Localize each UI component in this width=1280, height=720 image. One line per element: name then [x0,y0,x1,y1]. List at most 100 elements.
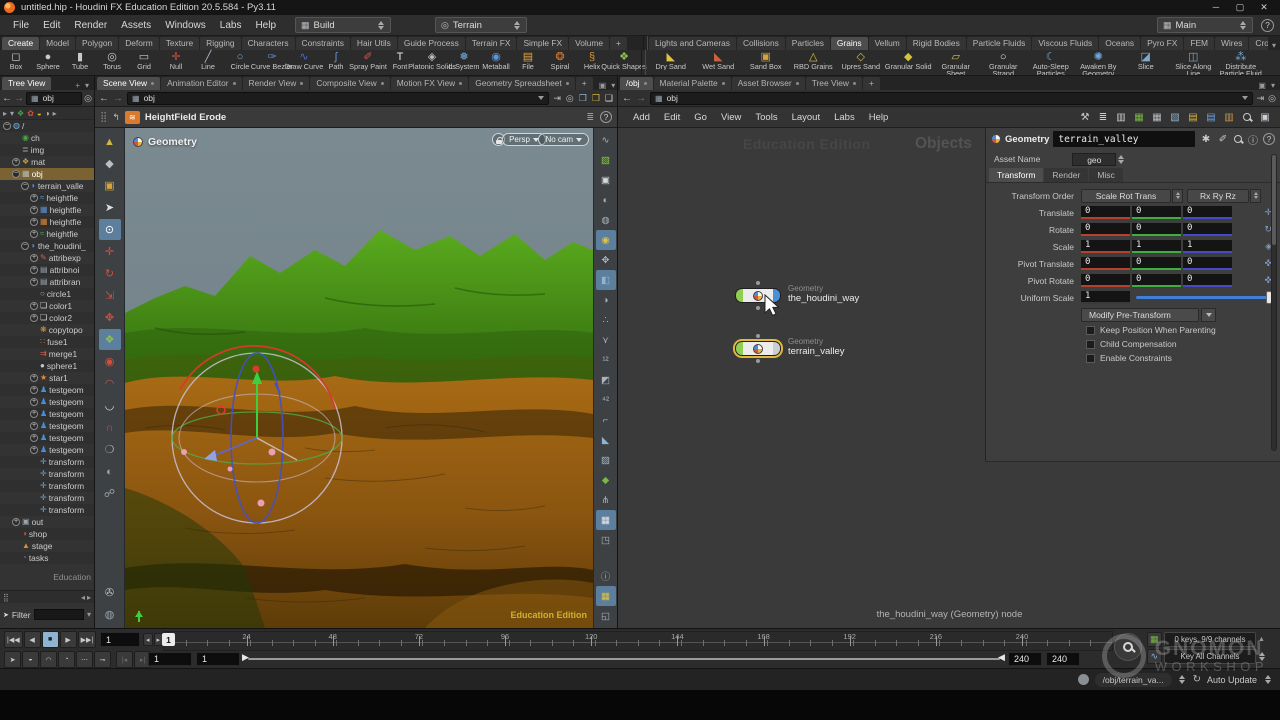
asset-name-field[interactable]: geo [1072,153,1116,166]
tree-item-heightfie[interactable]: +≈heightfie [0,192,94,204]
grip-icon[interactable]: ⣿ [100,112,107,123]
jump-end-button[interactable]: ▶▶| [78,631,97,648]
param-pivot-rotate-y[interactable]: 0 [1132,274,1181,287]
tab-item[interactable]: + [576,77,593,90]
prim-normals-icon[interactable]: ◩ [596,370,616,390]
scale-tool-icon[interactable]: ⇲ [99,285,121,306]
node-name-field[interactable]: terrain_valley [1053,131,1195,147]
expand-icon[interactable]: + [12,158,20,166]
path-spinner[interactable] [1178,674,1187,686]
shelf-tab-terrain-fx[interactable]: Terrain FX [466,37,517,50]
tree-item-testgeom[interactable]: +♟testgeom [0,420,94,432]
shelf-tool-upres-sand[interactable]: ◇Upres Sand [837,50,885,75]
shelf-tab-item[interactable]: + [610,37,627,50]
shelf-tab-crowds[interactable]: Crowds [1249,37,1268,50]
view-curve-icon[interactable]: ∿ [596,130,616,150]
forward-icon[interactable]: → [636,93,646,104]
tree-item-transform[interactable]: ✛transform [0,468,94,480]
tab-scene-view[interactable]: Scene View [97,77,160,90]
output-connector[interactable] [756,306,760,310]
output-connector[interactable] [756,359,760,363]
tree-item-obj[interactable]: −▦obj [0,168,94,180]
desktop-spinner[interactable] [1238,19,1247,31]
tree-item-fuse1[interactable]: ∷fuse1 [0,336,94,348]
tree-item-attribran[interactable]: +▤attribran [0,276,94,288]
network-menu-edit[interactable]: Edit [657,112,687,123]
shelf-tool-granular-strand[interactable]: ○Granular Strand [980,50,1028,75]
shelf-tool-dry-sand[interactable]: ◣Dry Sand [647,50,695,75]
snapshot-cube-icon[interactable]: ❒ [579,93,587,104]
pane-split-icon[interactable]: ▣ [1258,81,1266,90]
pane-split-icon[interactable]: ▣ [599,81,607,90]
gear-icon[interactable]: ✱ [1199,134,1213,145]
tab-render-view[interactable]: Render View [243,77,310,90]
scene-path-field[interactable]: ▦ obj [127,92,549,105]
input-connector[interactable] [756,334,760,338]
fork-display-icon[interactable]: ⋔ [596,490,616,510]
radial-menu-icon[interactable]: ◎ [1268,93,1276,104]
desktop-main-selector[interactable]: ▦ Main [1157,17,1253,33]
param-scale-x[interactable]: 1 [1081,240,1130,253]
close-button[interactable]: ✕ [1258,2,1270,13]
shelf-tab-particle-fluids[interactable]: Particle Fluids [967,37,1032,50]
expand-icon[interactable]: + [30,254,38,262]
param-rotate-y[interactable]: 0 [1132,223,1181,236]
tree-item-tasks[interactable]: ◔tasks [0,552,94,564]
tree-item-testgeom[interactable]: +♟testgeom [0,444,94,456]
shelf-tab-model[interactable]: Model [40,37,75,50]
snapshot-icon[interactable]: ▦ [596,510,616,530]
network-menu-add[interactable]: Add [626,112,657,123]
shadow-icon[interactable]: ◑ [596,290,616,310]
playback-range-end-field[interactable]: 240 [1008,652,1042,666]
flipbook-icon[interactable]: ✇ [99,582,121,603]
lighting-icon[interactable]: ◐ [596,190,616,210]
shelf-tab-hair-utils[interactable]: Hair Utils [351,37,397,50]
input-flag[interactable] [736,289,743,302]
sculpt-tool-icon[interactable]: ▣ [99,175,121,196]
modify-pretransform-button[interactable]: Modify Pre-Transform [1081,308,1199,322]
info-icon[interactable]: ⓘ [596,566,616,586]
texture-icon[interactable]: ▨ [596,450,616,470]
range-start-button[interactable]: |◂ [116,651,133,668]
heightfield-brush-tool-icon[interactable]: ▲ [99,131,121,152]
param-tab-transform[interactable]: Transform [989,168,1043,182]
shelf-tool-awaken-by-geometry[interactable]: ✺Awaken By Geometry [1075,50,1123,75]
tree-item-testgeom[interactable]: +♟testgeom [0,384,94,396]
expand-icon[interactable]: + [30,230,38,238]
expand-icon[interactable]: + [30,314,38,322]
help-icon[interactable]: ? [1263,133,1275,145]
param-scale-y[interactable]: 1 [1132,240,1181,253]
filter-input[interactable] [34,609,84,620]
tree-item-terrain-valle[interactable]: −◗terrain_valle [0,180,94,192]
network-menu-layout[interactable]: Layout [785,112,828,123]
shelf-tool-tube[interactable]: ▮Tube [64,50,96,75]
terrain-spinner[interactable] [512,19,521,31]
tab-item[interactable]: + [863,77,880,90]
expand-icon[interactable]: + [30,278,38,286]
menu-assets[interactable]: Assets [114,20,158,31]
shelf-tab-guide-process[interactable]: Guide Process [398,37,465,50]
menu-edit[interactable]: Edit [36,20,67,31]
param-translate-x[interactable]: 0 [1081,206,1130,219]
tree-item-testgeom[interactable]: +♟testgeom [0,396,94,408]
param-tab-misc[interactable]: Misc [1089,168,1122,182]
param-rotate-x[interactable]: 0 [1081,223,1130,236]
scrollbar-thumb[interactable] [1272,155,1276,245]
tree-item-transform[interactable]: ✛transform [0,504,94,516]
param-scale-z[interactable]: 1 [1183,240,1232,253]
find-icon[interactable] [1240,111,1254,124]
state-menu-icon[interactable]: ≣ [586,112,594,123]
shelf-tab-deform[interactable]: Deform [119,37,158,50]
expand-icon[interactable]: + [30,422,38,430]
sticky-note-icon[interactable]: ▤ [1186,111,1200,124]
set-key-button[interactable] [1114,633,1142,661]
info-icon[interactable]: ⓘ [1246,132,1260,147]
tree-item-attribexp[interactable]: +✎attribexp [0,252,94,264]
tab-close-icon[interactable] [300,82,303,85]
shelf-tab-pyro-fx[interactable]: Pyro FX [1141,37,1183,50]
tree-item-img[interactable]: ≣img [0,144,94,156]
tree-item-transform[interactable]: ✛transform [0,480,94,492]
tab-animation-editor[interactable]: Animation Editor [161,77,241,90]
tree-item-transform[interactable]: ✛transform [0,456,94,468]
snap-primitive-icon[interactable]: ◠ [99,373,121,394]
